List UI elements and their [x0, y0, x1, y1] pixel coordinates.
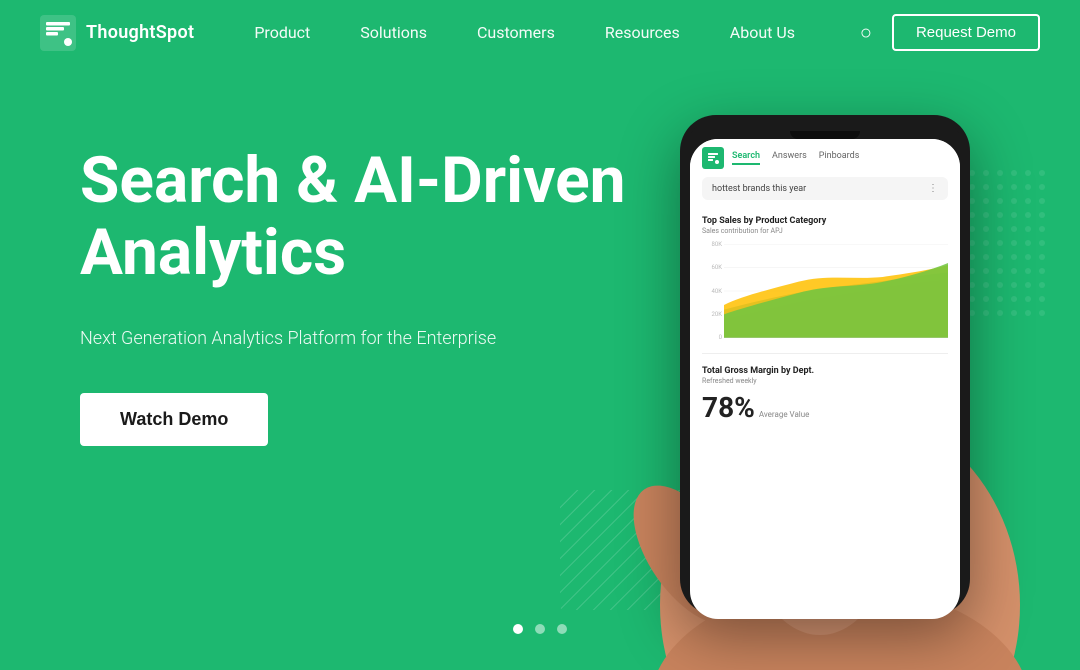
nav-links: Product Solutions Customers Resources Ab…	[254, 23, 860, 42]
phone-mockup-container: Search Answers Pinboards hottest brands …	[630, 65, 1050, 670]
chart1-title: Top Sales by Product Category	[702, 216, 948, 226]
hero-section: Search & AI-Driven Analytics Next Genera…	[0, 65, 1080, 670]
watch-demo-button[interactable]: Watch Demo	[80, 393, 268, 446]
y-label-20k: 20K	[702, 311, 722, 318]
phone-search-dots: ⋮	[928, 183, 938, 194]
y-label-0: 0	[702, 334, 722, 341]
phone-metric-section: Total Gross Margin by Dept. Refreshed we…	[690, 358, 960, 432]
phone-chart-section: Top Sales by Product Category Sales cont…	[690, 208, 960, 349]
navbar: ThoughtSpot Product Solutions Customers …	[0, 0, 1080, 65]
chart1-svg	[724, 241, 948, 341]
phone-section-divider	[702, 353, 948, 354]
chart1-subtitle: Sales contribution for APJ	[702, 227, 948, 235]
metric-title: Total Gross Margin by Dept.	[702, 366, 948, 376]
y-label-80k: 80K	[702, 241, 722, 248]
y-label-60k: 60K	[702, 264, 722, 271]
y-label-40k: 40K	[702, 288, 722, 295]
globe-icon[interactable]: ○	[860, 20, 872, 45]
metric-avg-label: Average Value	[759, 410, 810, 419]
metric-subtitle: Refreshed weekly	[702, 377, 948, 385]
nav-product[interactable]: Product	[254, 23, 310, 42]
phone-tab-answers[interactable]: Answers	[772, 151, 807, 165]
nav-customers[interactable]: Customers	[477, 23, 555, 42]
hero-title: Search & AI-Driven Analytics	[80, 145, 640, 288]
phone-tab-search[interactable]: Search	[732, 151, 760, 165]
phone-app-logo	[702, 147, 724, 169]
nav-resources[interactable]: Resources	[605, 23, 680, 42]
carousel-dot-3[interactable]	[557, 624, 567, 634]
phone-tabs: Search Answers Pinboards	[732, 151, 859, 165]
brand-name: ThoughtSpot	[86, 22, 194, 43]
phone-device: Search Answers Pinboards hottest brands …	[680, 115, 970, 615]
logo-icon	[40, 15, 76, 51]
carousel-dot-1[interactable]	[513, 624, 523, 634]
logo-area[interactable]: ThoughtSpot	[40, 15, 194, 51]
phone-search-text: hottest brands this year	[712, 184, 806, 194]
phone-tab-pinboards[interactable]: Pinboards	[819, 151, 860, 165]
phone-app-header: Search Answers Pinboards	[690, 139, 960, 173]
hero-subtitle: Next Generation Analytics Platform for t…	[80, 328, 560, 349]
nav-solutions[interactable]: Solutions	[360, 23, 427, 42]
nav-right-area: ○ Request Demo	[860, 14, 1040, 51]
phone-search-bar[interactable]: hottest brands this year ⋮	[702, 177, 948, 200]
request-demo-button[interactable]: Request Demo	[892, 14, 1040, 51]
nav-about[interactable]: About Us	[730, 23, 795, 42]
chart1-y-labels: 80K 60K 40K 20K 0	[702, 241, 724, 341]
carousel-dots	[513, 624, 567, 634]
metric-value: 78%	[702, 391, 755, 424]
carousel-dot-2[interactable]	[535, 624, 545, 634]
metric-value-row: 78% Average Value	[702, 391, 948, 424]
